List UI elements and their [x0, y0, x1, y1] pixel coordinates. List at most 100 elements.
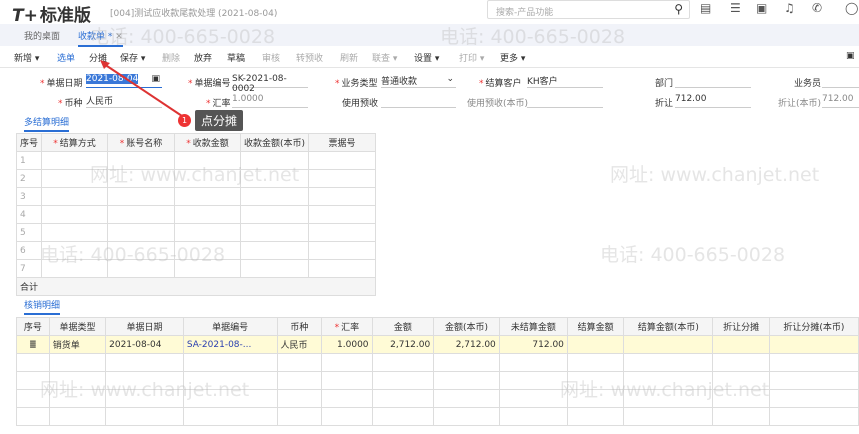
- table-row[interactable]: 6: [15, 241, 376, 260]
- cell[interactable]: [623, 353, 714, 372]
- cell[interactable]: [371, 371, 435, 390]
- cell[interactable]: [321, 407, 373, 426]
- cell[interactable]: [276, 371, 323, 390]
- cell[interactable]: [174, 187, 242, 206]
- search-icon[interactable]: ⚲: [674, 2, 683, 16]
- draft-button[interactable]: 草稿: [227, 51, 245, 64]
- cell[interactable]: [174, 205, 242, 224]
- cell[interactable]: [321, 353, 373, 372]
- query-button[interactable]: 联查 ▾: [372, 51, 397, 64]
- cell[interactable]: [240, 241, 310, 260]
- search-input[interactable]: 搜索-产品功能 ⚲: [487, 0, 690, 19]
- settings-button[interactable]: 设置 ▾: [414, 51, 439, 64]
- cell[interactable]: [105, 407, 184, 426]
- cell[interactable]: [107, 169, 176, 188]
- screenshot-icon[interactable]: ▣: [846, 51, 855, 61]
- cell[interactable]: [276, 353, 323, 372]
- cell[interactable]: [308, 259, 376, 278]
- cell[interactable]: [308, 223, 376, 242]
- cell[interactable]: [768, 371, 859, 390]
- to-prepay-button[interactable]: 转预收: [296, 51, 323, 64]
- cell[interactable]: [308, 151, 376, 170]
- table-row[interactable]: 5: [15, 223, 376, 242]
- bell-icon[interactable]: ♫: [784, 1, 795, 15]
- cell[interactable]: [174, 169, 242, 188]
- discount-field[interactable]: 712.00: [675, 94, 751, 108]
- cell[interactable]: [240, 259, 310, 278]
- cell[interactable]: [240, 223, 310, 242]
- select-doc-button[interactable]: 选单: [57, 51, 75, 64]
- tab-receipt[interactable]: 收款单 * ✕: [78, 29, 123, 47]
- cell[interactable]: [41, 205, 109, 224]
- table-row[interactable]: [16, 353, 859, 372]
- biz-type-select[interactable]: 普通收款 ⌄: [381, 74, 456, 88]
- cell[interactable]: [41, 241, 109, 260]
- cell[interactable]: [105, 389, 184, 408]
- table-row[interactable]: [16, 371, 859, 390]
- cell[interactable]: [308, 187, 376, 206]
- cell[interactable]: [174, 241, 242, 260]
- cell[interactable]: [433, 353, 500, 372]
- cell[interactable]: [433, 407, 500, 426]
- cell[interactable]: [321, 389, 373, 408]
- cell[interactable]: [768, 389, 859, 408]
- cell[interactable]: [182, 407, 278, 426]
- dept-field[interactable]: [675, 74, 751, 88]
- message-icon[interactable]: ▣: [756, 1, 767, 15]
- audit-button[interactable]: 审核: [262, 51, 280, 64]
- more-button[interactable]: 更多 ▾: [500, 51, 525, 64]
- tab-desktop[interactable]: 我的桌面: [24, 29, 60, 42]
- cell[interactable]: [371, 353, 435, 372]
- cell[interactable]: [498, 371, 568, 390]
- rate-field[interactable]: 1.0000: [232, 94, 308, 108]
- cell[interactable]: [48, 353, 107, 372]
- cell[interactable]: [768, 407, 859, 426]
- cell[interactable]: [566, 371, 625, 390]
- help-icon[interactable]: ◯: [845, 1, 858, 15]
- cell[interactable]: [174, 259, 242, 278]
- cell[interactable]: [48, 371, 107, 390]
- table-row[interactable]: 4: [15, 205, 376, 224]
- cell[interactable]: [107, 205, 176, 224]
- cell[interactable]: [174, 223, 242, 242]
- cell[interactable]: [566, 407, 625, 426]
- table-row[interactable]: [16, 389, 859, 408]
- cell[interactable]: [41, 223, 109, 242]
- table-row[interactable]: 7: [15, 259, 376, 278]
- cell[interactable]: [712, 371, 770, 390]
- cell[interactable]: SA-2021-08-...: [182, 335, 278, 354]
- phone-icon[interactable]: ✆: [812, 1, 822, 15]
- table-row[interactable]: 1: [15, 151, 376, 170]
- cell[interactable]: [308, 241, 376, 260]
- cell[interactable]: [174, 151, 242, 170]
- doc-no-field[interactable]: SK-2021-08-0002: [232, 74, 308, 94]
- cell[interactable]: [276, 407, 323, 426]
- cell[interactable]: [623, 389, 714, 408]
- cell[interactable]: [498, 407, 568, 426]
- cell[interactable]: [371, 389, 435, 408]
- cell[interactable]: [107, 223, 176, 242]
- cell[interactable]: [498, 389, 568, 408]
- table-row[interactable]: [16, 407, 859, 426]
- discard-button[interactable]: 放弃: [194, 51, 212, 64]
- cell[interactable]: [41, 151, 109, 170]
- print-button[interactable]: 打印 ▾: [459, 51, 484, 64]
- prepay-field[interactable]: [381, 94, 456, 108]
- cell[interactable]: [107, 187, 176, 206]
- close-icon[interactable]: ✕: [115, 32, 123, 42]
- cell[interactable]: [498, 353, 568, 372]
- table-row[interactable]: ≣ 销货单 2021-08-04 SA-2021-08-... 人民币 1.0000 2,7…: [16, 335, 859, 354]
- cell[interactable]: [107, 241, 176, 260]
- cell[interactable]: [623, 407, 714, 426]
- cell[interactable]: [240, 151, 310, 170]
- cell[interactable]: [308, 169, 376, 188]
- cell[interactable]: [712, 389, 770, 408]
- cell[interactable]: [276, 389, 323, 408]
- cell[interactable]: [433, 371, 500, 390]
- new-button[interactable]: 新增 ▾: [14, 51, 39, 64]
- table-row[interactable]: 3: [15, 187, 376, 206]
- cell[interactable]: [107, 151, 176, 170]
- cell[interactable]: [240, 187, 310, 206]
- cell[interactable]: [240, 169, 310, 188]
- cell[interactable]: [623, 371, 714, 390]
